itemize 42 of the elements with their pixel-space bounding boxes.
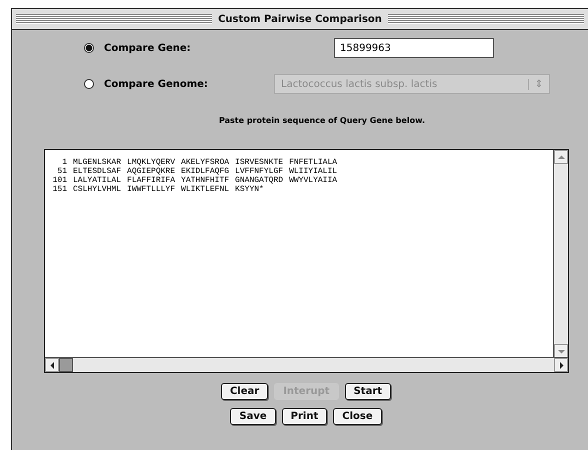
scroll-thumb[interactable]: [59, 358, 73, 372]
dialog-button[interactable]: Clear: [220, 383, 268, 400]
scroll-down-icon[interactable]: [554, 344, 568, 358]
sequence-text: IWWFTLLLYF: [127, 185, 176, 194]
line-number: 101: [52, 176, 67, 185]
sequence-text: FNFETLIALA: [289, 158, 338, 167]
dialog-button[interactable]: Save: [230, 408, 276, 425]
sequence-text: ELTESDLSAF: [73, 167, 122, 176]
sequence-text: LALYATILAL: [73, 176, 122, 185]
sequence-text: EKIDLFAQFG: [181, 167, 230, 176]
window-title: Custom Pairwise Comparison: [218, 14, 382, 24]
sequence-text: LVFFNFYLGF: [235, 167, 284, 176]
sequence-text: LMQKLYQERV: [127, 158, 176, 167]
dialog-button[interactable]: Start: [344, 383, 392, 400]
dialog-button[interactable]: Close: [333, 408, 382, 425]
scroll-up-icon[interactable]: [554, 150, 568, 164]
line-number: 1: [61, 158, 67, 167]
horizontal-scrollbar[interactable]: [45, 357, 568, 372]
sequence-text: KSYYN*: [235, 185, 264, 194]
sequence-text: YATHNFHITF: [181, 176, 230, 185]
sequence-text: MLGENLSKAR: [73, 158, 122, 167]
sequence-text: CSLHYLVHML: [73, 185, 122, 194]
vertical-scrollbar[interactable]: [553, 150, 568, 358]
sequence-text: GNANGATQRD: [235, 176, 284, 185]
sequence-text: AQGIEPQKRE: [127, 167, 176, 176]
option-label: Compare Genome:: [104, 78, 209, 90]
scroll-left-icon[interactable]: [45, 358, 59, 372]
scroll-right-icon[interactable]: [554, 358, 568, 372]
sequence-text: AKELYFSROA: [181, 158, 230, 167]
sequence-text-area[interactable]: [44, 149, 569, 373]
sequence-text: WWYVLYAIIA: [289, 176, 338, 185]
gene-id-field[interactable]: 15899963: [334, 38, 494, 58]
dialog-button[interactable]: Print: [282, 408, 328, 425]
sequence-text: FLAFFIRIFA: [127, 176, 176, 185]
instruction-text: Paste protein sequence of Query Gene below.: [218, 116, 426, 125]
option-label: Compare Gene:: [104, 42, 192, 54]
line-number: 51: [56, 167, 67, 176]
sequence-text: WLIIYIALIL: [289, 167, 338, 176]
radio-button[interactable]: [84, 43, 94, 53]
line-number: 151: [52, 185, 67, 194]
sequence-text: ISRVESNKTE: [235, 158, 284, 167]
sequence-text: WLIKTLEFNL: [181, 185, 230, 194]
